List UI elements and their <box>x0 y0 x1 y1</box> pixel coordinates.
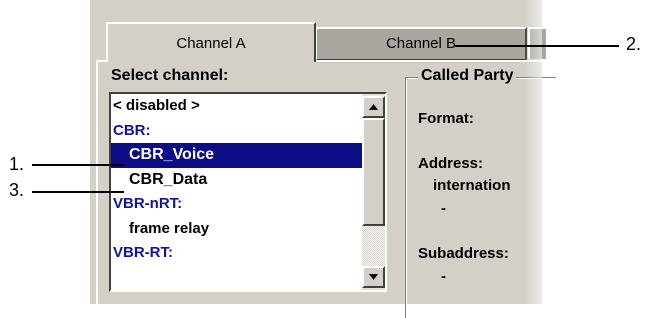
list-category-cbr: CBR: <box>113 121 151 139</box>
scroll-track[interactable] <box>362 226 385 266</box>
called-party-title: Called Party <box>418 67 517 85</box>
subaddress-dash: - <box>441 268 446 285</box>
address-label: Address: <box>418 155 484 172</box>
address-value: internation <box>433 177 511 194</box>
format-label: Format: <box>418 110 474 127</box>
address-dash: - <box>441 200 446 217</box>
subaddress-label: Subaddress: <box>418 245 509 262</box>
list-item-cbr-data[interactable]: CBR_Data <box>111 168 362 193</box>
list-item-frame-relay[interactable]: frame relay <box>111 217 362 242</box>
callout-line-2 <box>455 45 619 47</box>
tab-channel-b[interactable]: Channel B <box>316 27 527 61</box>
callout-number-1: 1. <box>9 154 25 174</box>
arrow-down-icon <box>369 274 378 280</box>
list-category-vbr-nrt: VBR-nRT: <box>113 195 183 212</box>
arrow-up-icon <box>369 104 378 110</box>
listbox-scrollbar[interactable] <box>362 94 385 290</box>
channel-listbox[interactable]: < disabled > CBR: CBR_Voice CBR_Data VBR… <box>109 92 387 292</box>
tab-channel-a[interactable]: Channel A <box>106 22 316 62</box>
callout-line-1 <box>32 164 124 166</box>
callout-number-3: 3. <box>9 180 25 200</box>
scroll-up-button[interactable] <box>362 96 385 118</box>
scroll-thumb[interactable] <box>362 118 385 226</box>
list-category-vbr-rt: VBR-RT: <box>113 244 173 261</box>
select-channel-label: Select channel: <box>111 67 229 84</box>
scroll-down-button[interactable] <box>362 266 385 288</box>
tab-panel-border-left <box>96 60 98 304</box>
list-item-disabled[interactable]: < disabled > <box>111 94 362 119</box>
channel-list-items: < disabled > CBR: CBR_Voice CBR_Data VBR… <box>111 94 362 266</box>
callout-line-3 <box>32 191 124 193</box>
callout-number-2: 2. <box>626 34 642 54</box>
list-item-cbr-voice[interactable]: CBR_Voice <box>111 143 362 168</box>
tab-next-partial[interactable] <box>528 27 546 59</box>
